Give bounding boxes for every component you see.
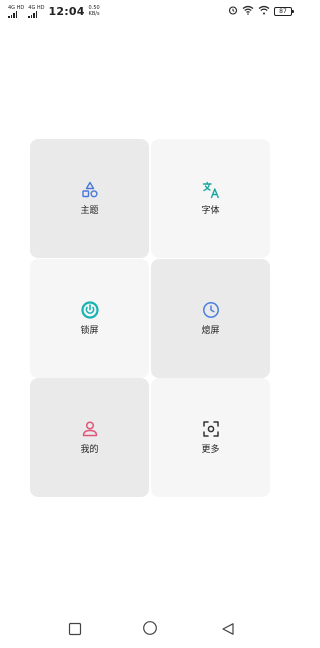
wifi-secondary-icon [258, 5, 270, 18]
network-speed: 0.50 KB/s [89, 5, 100, 17]
person-icon [80, 419, 100, 439]
sim1-signal-icon [8, 10, 17, 18]
tile-lockscreen-label: 锁屏 [80, 326, 99, 336]
navigation-bar [0, 612, 300, 648]
sim1-signal: 4G HD [8, 5, 24, 18]
tile-font-label: 字体 [201, 206, 220, 216]
back-button[interactable] [220, 622, 236, 638]
tile-lockscreen[interactable]: 锁屏 [30, 259, 149, 378]
lock-dial-icon [80, 300, 100, 320]
tile-screen-off-label: 熄屏 [201, 326, 220, 336]
square-icon [68, 621, 82, 640]
status-bar-left: 4G HD 4G HD 12:04 0.50 KB/s [8, 5, 100, 18]
circle-icon [142, 620, 158, 640]
tile-theme-label: 主题 [80, 206, 99, 216]
sim2-signal-icon [28, 10, 38, 18]
sim2-signal: 4G HD [28, 5, 45, 18]
status-bar: 4G HD 4G HD 12:04 0.50 KB/s 87 [0, 0, 300, 22]
home-button[interactable] [142, 620, 158, 640]
tile-more-label: 更多 [201, 445, 220, 455]
triangle-back-icon [221, 621, 235, 640]
theme-store-grid: 主题 字体 锁屏 熄屏 我的 更多 [30, 139, 270, 497]
tile-font[interactable]: 字体 [151, 139, 270, 258]
wifi-icon [242, 5, 254, 18]
tile-mine[interactable]: 我的 [30, 378, 149, 497]
tile-more[interactable]: 更多 [151, 378, 270, 497]
network-speed-unit: KB/s [88, 11, 100, 17]
battery-level: 87 [279, 7, 287, 15]
tile-mine-label: 我的 [80, 445, 99, 455]
translate-icon [201, 180, 221, 200]
recents-button[interactable] [67, 622, 83, 638]
battery-icon: 87 [274, 6, 294, 16]
clock-icon [201, 300, 221, 320]
shapes-icon [80, 180, 100, 200]
alarm-icon [228, 5, 238, 18]
tile-theme[interactable]: 主题 [30, 139, 149, 258]
tile-screen-off[interactable]: 熄屏 [151, 259, 270, 378]
status-bar-right: 87 [228, 5, 294, 18]
scan-more-icon [201, 419, 221, 439]
status-time: 12:04 [48, 4, 85, 18]
